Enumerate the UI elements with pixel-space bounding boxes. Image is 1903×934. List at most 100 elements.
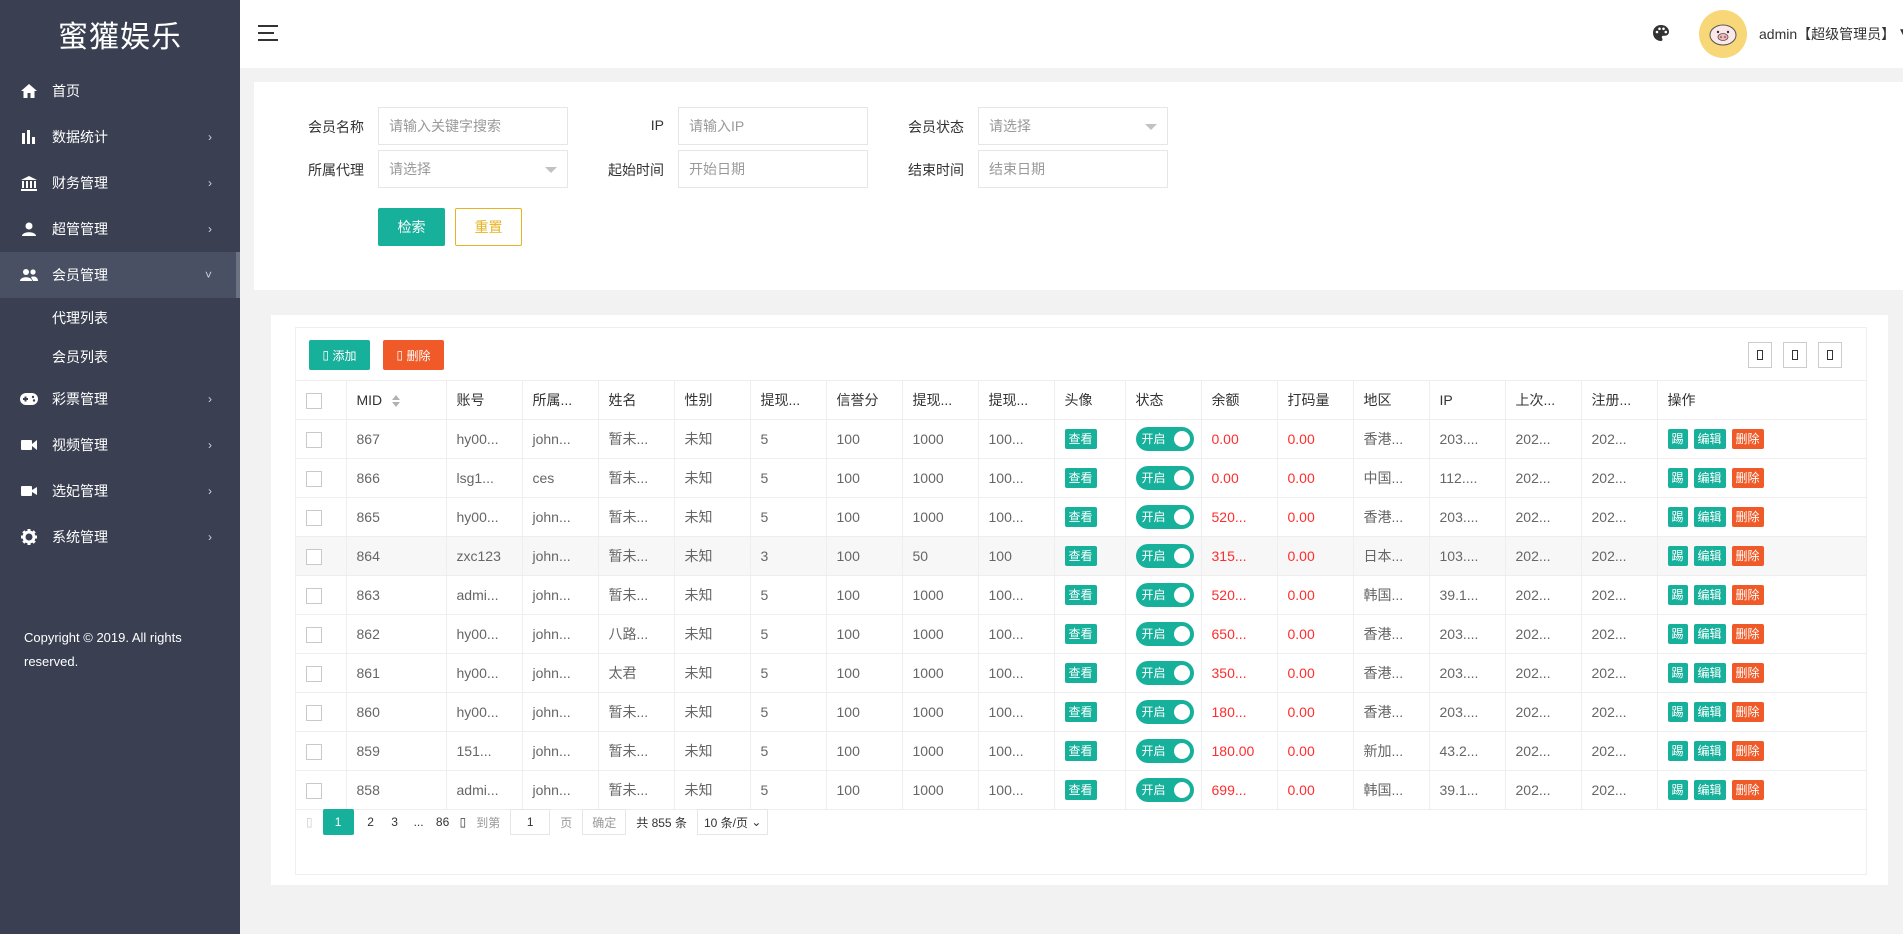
page-size-select[interactable]: 10 条/页 ⌄ — [696, 809, 769, 835]
add-button[interactable]: ▯ 添加 — [309, 340, 370, 370]
sidebar-subitem-agents[interactable]: 代理列表 — [0, 298, 240, 337]
kick-button[interactable]: 踢 — [1667, 507, 1688, 527]
table-row[interactable]: 859 151... john... 暂未... 未知 5 100 1000 100... 查看 开… — [296, 731, 1866, 771]
search-button[interactable]: 检索 — [378, 208, 445, 246]
kick-button[interactable]: 踢 — [1667, 663, 1688, 683]
edit-button[interactable]: 编辑 — [1693, 585, 1726, 605]
app-logo[interactable]: 蜜獾娱乐 — [0, 0, 240, 68]
columns-filter-icon[interactable] — [1748, 342, 1772, 368]
row-checkbox[interactable] — [306, 431, 322, 448]
table-row[interactable]: 867 hy00... john... 暂未... 未知 5 100 1000 100... 查看… — [296, 419, 1866, 459]
status-toggle[interactable]: 开启 — [1135, 700, 1194, 724]
status-toggle[interactable]: 开启 — [1135, 505, 1194, 529]
status-toggle[interactable]: 开启 — [1135, 739, 1194, 763]
sidebar-item-lottery[interactable]: 彩票管理 › — [0, 376, 240, 422]
sidebar-item-finance[interactable]: 财务管理 › — [0, 160, 240, 206]
delete-row-button[interactable]: 删除 — [1731, 663, 1764, 683]
delete-button[interactable]: ▯ 删除 — [383, 340, 444, 370]
page-button[interactable]: 2 — [364, 815, 378, 829]
edit-button[interactable]: 编辑 — [1693, 780, 1726, 800]
member-status-select[interactable]: 请选择 — [978, 107, 1168, 145]
sidebar-item-video[interactable]: 视频管理 › — [0, 422, 240, 468]
view-avatar-button[interactable]: 查看 — [1064, 468, 1097, 488]
caret-down-icon[interactable]: ▼ — [1898, 27, 1903, 38]
sidebar-item-home[interactable]: 首页 — [0, 68, 240, 114]
delete-row-button[interactable]: 删除 — [1731, 741, 1764, 761]
end-date-input[interactable]: 结束日期 — [978, 150, 1168, 188]
view-avatar-button[interactable]: 查看 — [1064, 702, 1097, 722]
row-checkbox[interactable] — [306, 743, 322, 760]
goto-confirm-button[interactable]: 确定 — [582, 809, 627, 835]
sidebar-item-admin[interactable]: 超管管理 › — [0, 206, 240, 252]
view-avatar-button[interactable]: 查看 — [1064, 507, 1097, 527]
member-name-input[interactable]: 请输入关键字搜索 — [378, 107, 568, 145]
reset-button[interactable]: 重置 — [455, 208, 522, 246]
select-all-cell[interactable] — [296, 380, 347, 420]
edit-button[interactable]: 编辑 — [1693, 468, 1726, 488]
row-checkbox[interactable] — [306, 704, 322, 721]
edit-button[interactable]: 编辑 — [1693, 663, 1726, 683]
goto-page-input[interactable]: 1 — [510, 809, 551, 835]
status-toggle[interactable]: 开启 — [1135, 622, 1194, 646]
view-avatar-button[interactable]: 查看 — [1064, 585, 1097, 605]
palette-icon[interactable] — [1652, 24, 1670, 42]
status-toggle[interactable]: 开启 — [1135, 583, 1194, 607]
table-row[interactable]: 864 zxc123 john... 暂未... 未知 3 100 50 100 查看 开启 315.… — [296, 536, 1866, 576]
print-icon[interactable] — [1818, 342, 1842, 368]
sidebar-item-members[interactable]: 会员管理 ˅ — [0, 252, 240, 298]
column-header-mid[interactable]: MID — [346, 380, 447, 420]
edit-button[interactable]: 编辑 — [1693, 507, 1726, 527]
kick-button[interactable]: 踢 — [1667, 546, 1688, 566]
prev-page-icon[interactable]: ▯ — [306, 815, 313, 829]
row-select-cell[interactable] — [296, 536, 347, 576]
table-row[interactable]: 862 hy00... john... 八路... 未知 5 100 1000 100... 查看… — [296, 614, 1866, 654]
status-toggle[interactable]: 开启 — [1135, 427, 1194, 451]
view-avatar-button[interactable]: 查看 — [1064, 780, 1097, 800]
kick-button[interactable]: 踢 — [1667, 585, 1688, 605]
table-row[interactable]: 865 hy00... john... 暂未... 未知 5 100 1000 100... 查看… — [296, 497, 1866, 537]
row-checkbox[interactable] — [306, 782, 322, 799]
select-all-checkbox[interactable] — [306, 392, 322, 409]
sidebar-subitem-members[interactable]: 会员列表 — [0, 337, 240, 376]
view-avatar-button[interactable]: 查看 — [1064, 429, 1097, 449]
row-checkbox[interactable] — [306, 509, 322, 526]
row-select-cell[interactable] — [296, 731, 347, 771]
delete-row-button[interactable]: 删除 — [1731, 702, 1764, 722]
delete-row-button[interactable]: 删除 — [1731, 585, 1764, 605]
next-page-icon[interactable]: ▯ — [460, 815, 467, 829]
sidebar-item-stats[interactable]: 数据统计 › — [0, 114, 240, 160]
row-select-cell[interactable] — [296, 419, 347, 459]
row-checkbox[interactable] — [306, 587, 322, 604]
table-row[interactable]: 866 lsg1... ces 暂未... 未知 5 100 1000 100... 查看 开启 0.… — [296, 458, 1866, 498]
delete-row-button[interactable]: 删除 — [1731, 468, 1764, 488]
agent-select[interactable]: 请选择 — [378, 150, 568, 188]
row-select-cell[interactable] — [296, 653, 347, 693]
menu-toggle-icon[interactable] — [258, 25, 278, 41]
status-toggle[interactable]: 开启 — [1135, 466, 1194, 490]
view-avatar-button[interactable]: 查看 — [1064, 663, 1097, 683]
page-button-last[interactable]: 86 — [436, 815, 450, 829]
status-toggle[interactable]: 开启 — [1135, 544, 1194, 568]
start-date-input[interactable]: 开始日期 — [678, 150, 868, 188]
edit-button[interactable]: 编辑 — [1693, 624, 1726, 644]
status-toggle[interactable]: 开启 — [1135, 661, 1194, 685]
row-checkbox[interactable] — [306, 626, 322, 643]
kick-button[interactable]: 踢 — [1667, 780, 1688, 800]
user-name[interactable]: admin【超级管理员】 — [1759, 24, 1895, 44]
table-row[interactable]: 861 hy00... john... 太君 未知 5 100 1000 100... 查看 开启 3… — [296, 653, 1866, 693]
delete-row-button[interactable]: 删除 — [1731, 780, 1764, 800]
view-avatar-button[interactable]: 查看 — [1064, 624, 1097, 644]
sidebar-item-select[interactable]: 选妃管理 › — [0, 468, 240, 514]
kick-button[interactable]: 踢 — [1667, 624, 1688, 644]
ip-input[interactable]: 请输入IP — [678, 107, 868, 145]
delete-row-button[interactable]: 删除 — [1731, 507, 1764, 527]
export-icon[interactable] — [1783, 342, 1807, 368]
row-checkbox[interactable] — [306, 548, 322, 565]
row-select-cell[interactable] — [296, 497, 347, 537]
kick-button[interactable]: 踢 — [1667, 468, 1688, 488]
page-button-current[interactable]: 1 — [322, 809, 354, 835]
edit-button[interactable]: 编辑 — [1693, 546, 1726, 566]
delete-row-button[interactable]: 删除 — [1731, 624, 1764, 644]
table-row[interactable]: 863 admi... john... 暂未... 未知 5 100 1000 100... 查看… — [296, 575, 1866, 615]
delete-row-button[interactable]: 删除 — [1731, 546, 1764, 566]
